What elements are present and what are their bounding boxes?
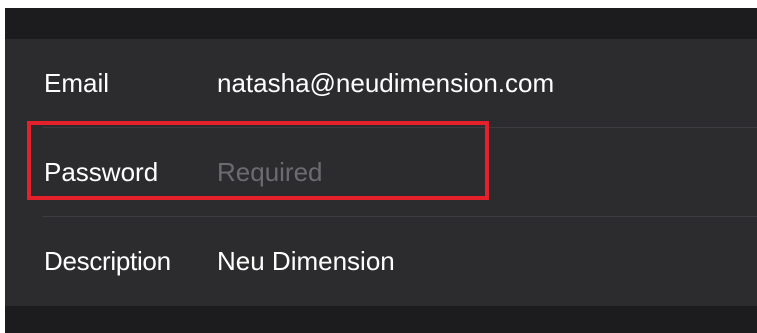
email-row[interactable]: Email natasha@neudimension.com	[5, 39, 757, 128]
email-value[interactable]: natasha@neudimension.com	[217, 39, 554, 128]
password-label: Password	[44, 157, 159, 187]
email-label: Email	[44, 68, 110, 98]
account-form-group: Email natasha@neudimension.com Password …	[5, 39, 757, 306]
password-field[interactable]	[217, 150, 487, 195]
account-settings-screen: Email natasha@neudimension.com Password …	[5, 8, 757, 333]
description-value[interactable]: Neu Dimension	[217, 217, 395, 306]
description-label: Description	[44, 246, 171, 276]
description-row[interactable]: Description Neu Dimension	[5, 217, 757, 306]
password-row[interactable]: Password	[5, 128, 757, 217]
